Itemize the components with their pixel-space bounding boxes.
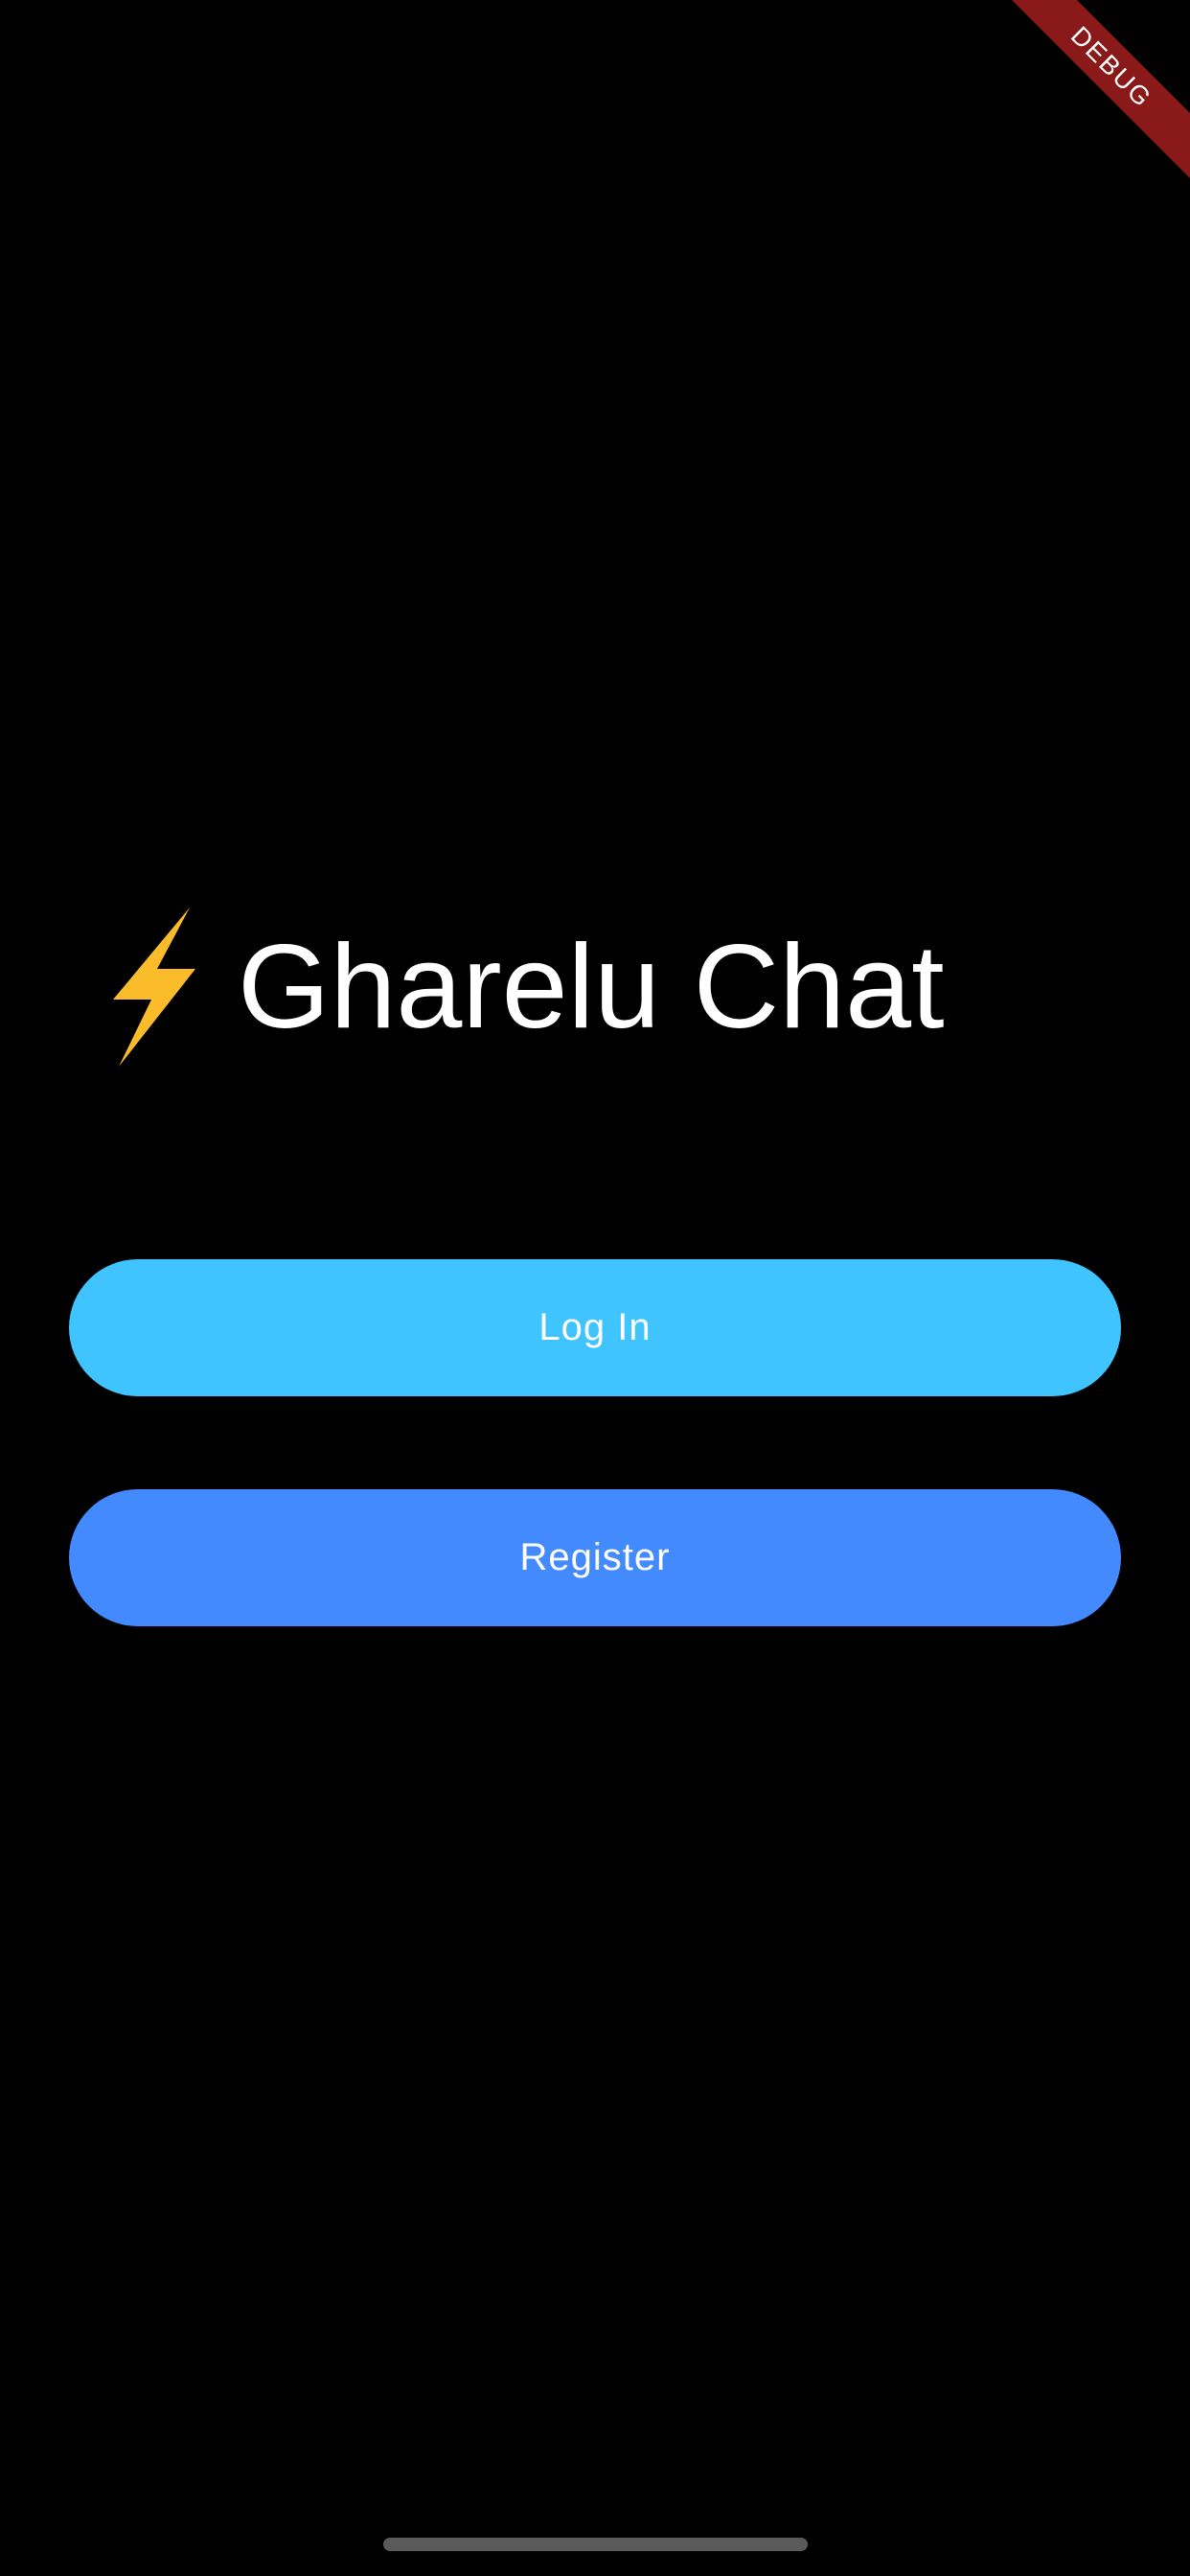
debug-banner-label: DEBUG — [986, 0, 1190, 193]
app-brand: Gharelu Chat — [113, 906, 945, 1069]
log-in-button[interactable]: Log In — [69, 1259, 1121, 1396]
home-indicator[interactable] — [383, 2538, 808, 2551]
register-button[interactable]: Register — [69, 1489, 1121, 1626]
lightning-bolt-icon — [113, 908, 195, 1067]
app-title: Gharelu Chat — [238, 921, 945, 1053]
debug-banner: DEBUG — [979, 0, 1190, 211]
